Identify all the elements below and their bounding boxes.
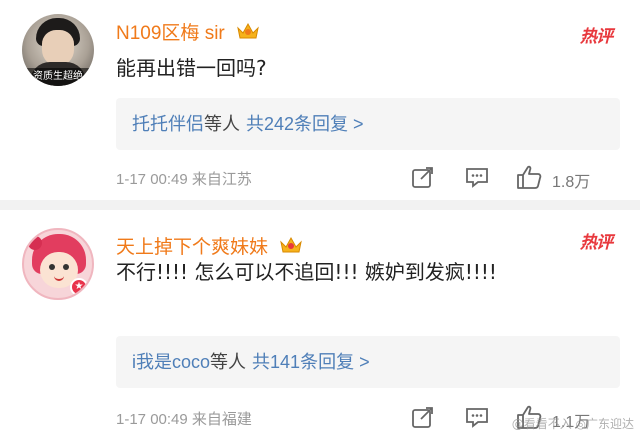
user-avatar[interactable]: ★ [22,228,94,300]
avatar-tag: 资质生超绝 [22,68,94,86]
reply-count[interactable]: 共242条回复 > [246,114,364,134]
comment-text: 能再出错一回吗? [116,56,267,80]
hot-comment-badge: 热评 [580,233,613,253]
comment-meta: 1-17 00:49 来自江苏 [116,171,252,188]
avatar-eye [49,264,55,270]
divider [0,200,640,210]
comment-text: 不行!!!! 怎么可以不追回!!! 嫉妒到发疯!!!! [116,260,497,284]
reply-users[interactable]: i我是coco [132,352,210,372]
comment-item: ★ 天上掉下个爽妹妹 热评 不行!!!! 怎么可以不追回!!! 嫉妒到发疯!!!… [0,210,640,442]
reply-summary-link[interactable]: 托托伴侣等人 共242条回复 > [116,98,620,150]
avatar-badge: ★ [70,278,88,296]
hot-comment-badge: 热评 [580,27,613,47]
comment-meta: 1-17 00:49 来自福建 [116,411,252,428]
like-count: 1.8万 [552,174,591,191]
avatar-eye [63,264,69,270]
avatar-bow [28,236,42,250]
username-text[interactable]: 天上掉下个爽妹妹 [116,237,268,258]
avatar-face [42,30,74,66]
watermark: @看看不入 ◎广东迎达 [511,417,634,431]
reply-etc: 等人 [204,114,240,134]
reply-summary-link[interactable]: i我是coco等人 共141条回复 > [116,336,620,388]
user-avatar[interactable]: 资质生超绝 [22,14,94,86]
reply-count[interactable]: 共141条回复 > [252,352,370,372]
crown-icon [236,20,260,48]
like-icon[interactable] [516,164,542,190]
comment-icon[interactable] [464,164,490,190]
comment-icon[interactable] [464,404,490,430]
username[interactable]: N109区梅 sir [116,18,260,48]
comment-item: 资质生超绝 N109区梅 sir 热评 能再出错一回吗? 托托伴侣等人 共242条… [0,0,640,200]
reply-etc: 等人 [210,352,247,372]
share-icon[interactable] [410,164,436,190]
username-text[interactable]: N109区梅 sir [116,23,225,44]
share-icon[interactable] [410,404,436,430]
reply-users[interactable]: 托托伴侣 [132,114,204,134]
comment-actions: 1.8万 [410,162,640,192]
